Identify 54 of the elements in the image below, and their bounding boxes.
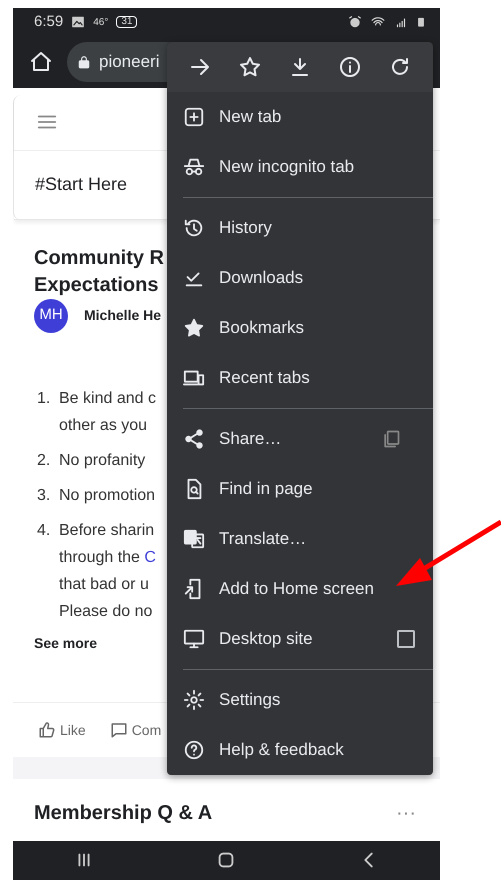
help-icon: [183, 739, 205, 761]
action-button[interactable]: Like: [34, 716, 90, 743]
url-text: pioneeri: [99, 51, 160, 74]
star-icon: [183, 317, 205, 339]
more-button[interactable]: ···: [392, 808, 420, 817]
menu-item[interactable]: Downloads: [167, 253, 433, 303]
gear-icon: [183, 689, 205, 711]
menu-item[interactable]: Add to Home screen: [167, 564, 433, 614]
checkbox[interactable]: [397, 630, 415, 648]
menu-item[interactable]: Share…: [167, 414, 433, 464]
rule-text: that bad or u: [59, 574, 149, 595]
monitor-icon: [183, 628, 205, 650]
rule-text: No profanity: [59, 450, 146, 471]
rule-text: No promotion: [59, 486, 156, 506]
section-title: Membership Q & A: [34, 800, 212, 826]
lock-icon: [77, 54, 91, 70]
menu-item[interactable]: Settings: [167, 675, 433, 725]
rule-link[interactable]: C: [144, 548, 156, 566]
translate-icon: [183, 528, 205, 550]
rule-text: Before sharin: [59, 520, 154, 541]
speech-bubble-icon: [110, 720, 128, 739]
rule-text: other as you: [59, 416, 148, 436]
history-icon: [183, 217, 205, 239]
temperature-text: 46°: [93, 16, 108, 30]
alarm-icon: [348, 15, 362, 30]
plus-box-icon: [183, 106, 205, 128]
calendar-icon: 31: [116, 16, 138, 28]
share-icon: [183, 428, 205, 450]
thumbs-up-icon: [38, 720, 56, 739]
menu-item[interactable]: Translate…: [167, 514, 433, 564]
image-icon: [71, 15, 86, 30]
star-icon[interactable]: [238, 55, 262, 79]
menu-item[interactable]: Help & feedback: [167, 725, 433, 775]
list-number: 2.: [37, 450, 52, 471]
list-number: 3.: [37, 486, 52, 506]
incognito-icon: [183, 156, 205, 178]
author-name: Michelle He: [84, 306, 162, 326]
menu-item[interactable]: Desktop site: [167, 614, 433, 664]
post-title: Community R: [34, 246, 164, 271]
list-number: 1.: [37, 388, 52, 409]
home-icon: [29, 50, 53, 74]
rule-text: Be kind and c: [59, 388, 156, 409]
rule-text: through the C: [59, 548, 156, 568]
menu-item[interactable]: Recent tabs: [167, 353, 433, 403]
post-title: Expectations: [34, 272, 160, 298]
list-number: 4.: [37, 520, 52, 541]
status-time: 6:59: [34, 12, 64, 32]
menu-item[interactable]: Find in page: [167, 464, 433, 514]
menu-item[interactable]: Bookmarks: [167, 303, 433, 353]
menu-item[interactable]: New tab: [167, 92, 433, 142]
avatar: MH: [34, 298, 68, 333]
action-button[interactable]: Com: [106, 716, 166, 743]
info-icon[interactable]: [338, 55, 362, 79]
rule-text: Please do no: [59, 602, 152, 622]
